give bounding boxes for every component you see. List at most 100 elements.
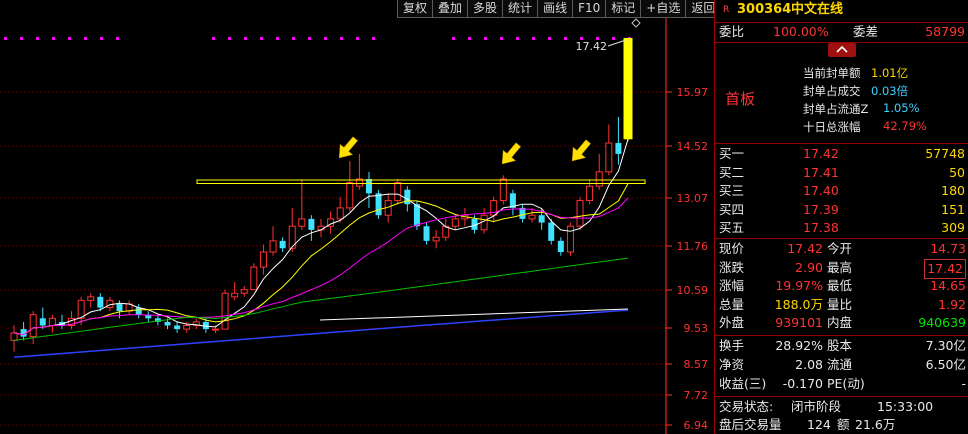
bid-row: 买三 17.40 180 [715, 182, 968, 200]
candle-body [183, 324, 191, 330]
shouban-label: 首板 [725, 90, 756, 108]
toolbar-button-5[interactable]: F10 [572, 0, 607, 18]
candle-body [164, 321, 171, 326]
ma120-line [13, 309, 629, 359]
trend-line [319, 308, 629, 321]
toolbar-button-4[interactable]: 画线 [537, 0, 574, 18]
stat-value: 17.42 [924, 258, 966, 279]
candle-body [10, 332, 18, 341]
event-marker [52, 37, 55, 40]
candle-body [595, 171, 603, 187]
stat-value: 2.90 [795, 259, 823, 275]
candle-body [116, 303, 123, 312]
stat-value: 14.65 [930, 278, 966, 293]
arrow-icon [501, 142, 521, 165]
bid-volume: 151 [941, 201, 965, 217]
candle-body [586, 185, 594, 202]
event-marker [356, 37, 359, 40]
candle-body [365, 178, 372, 194]
toolbar-button-1[interactable]: 叠加 [432, 0, 469, 18]
event-marker [516, 37, 519, 40]
candle-body [48, 317, 56, 326]
bid-label: 买一 [719, 146, 745, 161]
stat-label: 收益(三) [719, 376, 767, 391]
candle-body [259, 251, 267, 268]
seal-stat-label: 封单占成交 [803, 84, 861, 98]
candle-body [97, 296, 104, 308]
bid-price: 17.38 [803, 220, 839, 235]
seal-stat-value: 0.03倍 [871, 84, 909, 98]
arrow-icon [338, 136, 358, 159]
bid-price: 17.39 [803, 201, 839, 217]
price-tick-label: 14.52 [677, 140, 709, 153]
event-marker [324, 37, 327, 40]
event-marker [372, 37, 375, 40]
candle-body [566, 225, 574, 253]
ma20-line [13, 197, 629, 336]
seal-stat-label: 十日总涨幅 [803, 120, 861, 134]
candle-body [576, 200, 584, 227]
stat-value: - [961, 376, 966, 391]
price-tick-label: 15.97 [677, 86, 709, 99]
stat-label: 股本 [827, 338, 853, 353]
candle-body [211, 328, 219, 331]
price-tick-label: 11.76 [677, 240, 709, 253]
toolbar-button-3[interactable]: 统计 [502, 0, 539, 18]
bid-price: 17.42 [803, 146, 839, 161]
stat-value: 188.0万 [774, 296, 823, 312]
bid-label: 买五 [719, 220, 745, 235]
stat-value: 6.50亿 [925, 357, 966, 372]
after-hours-volume: 124 [807, 417, 831, 432]
toolbar-button-6[interactable]: 标记 [605, 0, 642, 18]
event-marker [308, 37, 311, 40]
event-marker [116, 37, 119, 40]
candle-body [538, 215, 545, 223]
candle-body [77, 299, 85, 319]
stat-label: 外盘 [719, 315, 745, 330]
bid-label: 买四 [719, 201, 745, 217]
trade-time: 15:33:00 [877, 399, 934, 414]
event-marker [612, 37, 615, 40]
candle-body [231, 292, 239, 298]
candle-body [375, 193, 382, 216]
event-marker [36, 37, 39, 40]
weibi-value: 100.00% [773, 24, 829, 39]
stat-label: 最高 [827, 259, 853, 275]
stat-value: 17.42 [787, 241, 823, 256]
kline-chart[interactable]: 15.97 14.52 13.07 11.76 10.59 9.53 8.57 7.72 6.9… [0, 0, 722, 434]
stat-value: 7.30亿 [925, 338, 966, 353]
stock-code: 300364 [737, 2, 792, 17]
after-hours-label: 盘后交易量 [719, 417, 782, 432]
stats-row: 涨幅 19.97% 最低 14.65 [715, 277, 968, 295]
toolbar-button-0[interactable]: 复权 [397, 0, 434, 18]
seal-stat-label: 封单占流通Z [803, 102, 869, 116]
candle-body [250, 266, 258, 291]
toolbar-button-7[interactable]: +自选 [640, 0, 687, 18]
stat-value: 940639 [918, 315, 966, 330]
candle-body [423, 226, 430, 241]
event-marker [100, 37, 103, 40]
candle-body [308, 218, 315, 230]
price-tick-label: 8.57 [684, 358, 709, 371]
r-badge: R [723, 5, 730, 15]
candle-body [623, 38, 633, 140]
toolbar-button-2[interactable]: 多股 [467, 0, 504, 18]
seal-stat-value: 1.05% [883, 101, 920, 115]
stock-header: R 300364 中文在线 [715, 1, 968, 19]
candle-body [394, 182, 402, 202]
last-price-label: 17.42 [576, 40, 608, 53]
candle-body [605, 142, 613, 173]
after-hours-amount-label: 额 [837, 417, 850, 432]
bid-volume: 50 [949, 164, 965, 180]
candle-body [87, 296, 95, 301]
after-hours-amount: 21.6万 [855, 417, 896, 432]
event-marker [4, 37, 7, 40]
collapse-toggle[interactable] [828, 43, 856, 57]
stats2-row: 收益(三) -0.170 PE(动) - [715, 375, 968, 393]
seal-stat-label: 当前封单额 [803, 66, 861, 80]
last-price-pointer [607, 39, 627, 47]
event-marker [340, 37, 343, 40]
event-marker [564, 37, 567, 40]
stat-value: 2.08 [795, 357, 823, 372]
candlestick-chart-svg[interactable]: 15.97 14.52 13.07 11.76 10.59 9.53 8.57 7.72 6.9… [0, 0, 714, 434]
